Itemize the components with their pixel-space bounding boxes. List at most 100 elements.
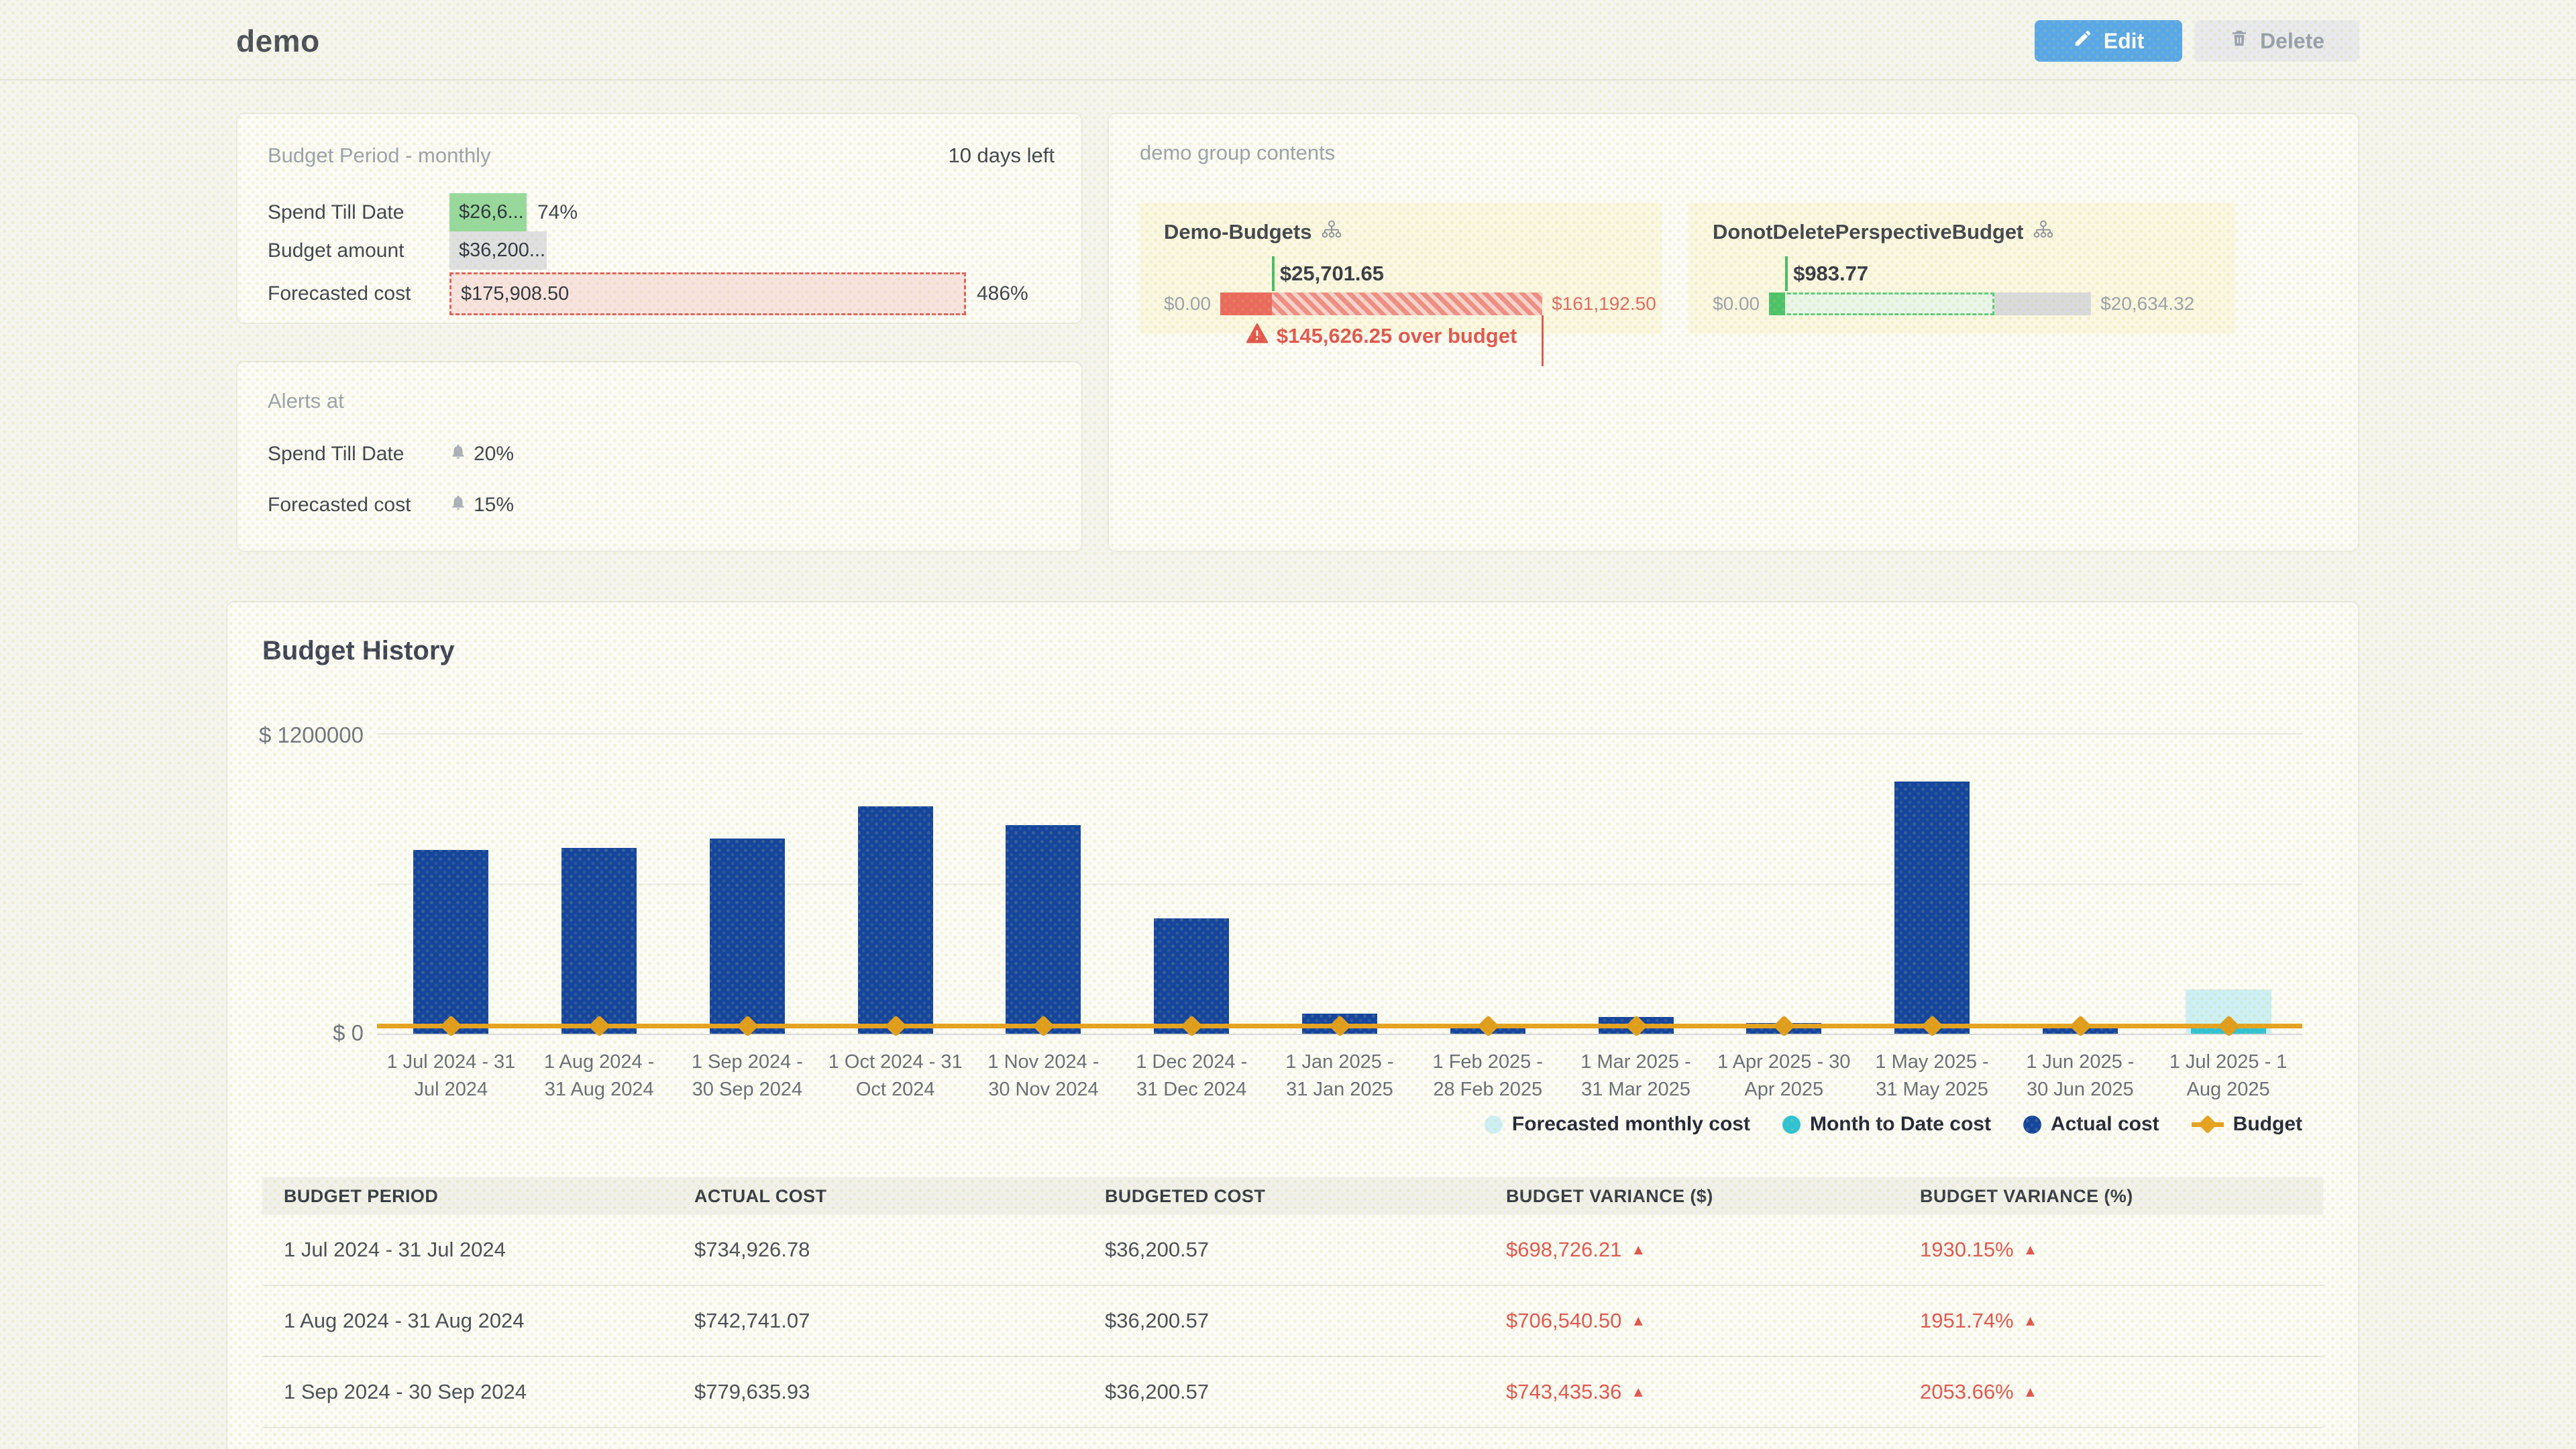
- spend-till-date-row: Spend Till Date $26,6... 74%: [268, 193, 1055, 231]
- group-contents-card: demo group contents Demo-Budgets $0.00 $25…: [1108, 113, 2359, 552]
- x-axis-label: 1 Jul 2025 - 1 Aug 2025: [2154, 1049, 2302, 1104]
- budget-variance-usd-cell: $706,540.50▲: [1485, 1309, 1898, 1333]
- forecast-segment: [1769, 292, 1994, 315]
- legend-item[interactable]: Actual cost: [2023, 1113, 2159, 1136]
- x-axis-label: 1 Dec 2024 - 31 Dec 2024: [1118, 1049, 1266, 1104]
- legend-item[interactable]: Forecasted monthly cost: [1485, 1113, 1750, 1136]
- budget-period-card: Budget Period - monthly 10 days left Spe…: [236, 113, 1083, 324]
- header-actions: Edit Delete: [2035, 20, 2359, 62]
- budget-progress-bar: $983.77: [1769, 292, 2091, 315]
- forecasted-cost-percent: 486%: [977, 282, 1028, 305]
- alert-threshold: 15%: [474, 494, 514, 517]
- bar-max-label: $20,634.32: [2100, 293, 2194, 315]
- up-arrow-icon: ▲: [2023, 1241, 2038, 1258]
- budget-variance-pct-cell: 1930.15%▲: [1898, 1238, 2323, 1262]
- legend-item[interactable]: Budget: [2192, 1113, 2302, 1136]
- main-content: Budget Period - monthly 10 days left Spe…: [0, 80, 2576, 1449]
- forecasted-cost-label: Forecasted cost: [268, 282, 449, 305]
- legend-color-dot: [2023, 1116, 2041, 1134]
- alert-threshold: 20%: [474, 443, 514, 466]
- budget-bar-row: $0.00$25,701.65$145,626.25 over budget$1…: [1164, 292, 1642, 315]
- spend-segment: [1220, 292, 1272, 315]
- over-budget-warning: $145,626.25 over budget: [1220, 323, 1542, 349]
- alerts-card: Alerts at Spend Till Date 20% Forecasted…: [236, 361, 1083, 552]
- spend-till-date-chip: $26,6...: [449, 193, 527, 231]
- edit-button[interactable]: Edit: [2035, 20, 2182, 62]
- gridline-top: [377, 733, 2302, 735]
- alert-row: Spend Till Date 20%: [268, 443, 1055, 466]
- spend-segment: [1769, 292, 1785, 315]
- budget-variance-usd-cell: $743,435.36▲: [1485, 1380, 1898, 1404]
- bar-min-label: $0.00: [1713, 293, 1760, 315]
- bell-icon: [449, 443, 467, 466]
- gridline-mid: [377, 883, 2302, 885]
- legend-label: Forecasted monthly cost: [1512, 1113, 1750, 1136]
- table-header-cell: Budget variance ($): [1485, 1186, 1898, 1207]
- actual-cost-bar: [710, 839, 785, 1034]
- forecasted-cost-row: Forecasted cost $175,908.50 486%: [268, 270, 1055, 318]
- chart-plot-area: $ 1200000 $ 0: [377, 733, 2302, 1035]
- budget-tile[interactable]: DonotDeletePerspectiveBudget $0.00 $983.77…: [1688, 203, 2235, 334]
- hierarchy-icon: [1321, 219, 1342, 244]
- budgeted-cost-cell: $36,200.57: [1083, 1380, 1485, 1404]
- actual-cost-bar: [1894, 782, 1970, 1034]
- hierarchy-icon: [2033, 219, 2054, 244]
- legend-item[interactable]: Month to Date cost: [1782, 1113, 1991, 1136]
- y-axis-tick-bottom: $ 0: [333, 1020, 364, 1046]
- table-body: 1 Jul 2024 - 31 Jul 2024$734,926.78$36,2…: [262, 1215, 2323, 1428]
- days-left-label: 10 days left: [948, 144, 1055, 168]
- budgeted-cost-cell: $36,200.57: [1083, 1309, 1485, 1333]
- warning-triangle-icon: [1246, 323, 1269, 349]
- budget-name: DonotDeletePerspectiveBudget: [1713, 220, 2023, 244]
- alert-label: Spend Till Date: [268, 443, 449, 466]
- budget-period-title: Budget Period - monthly: [268, 144, 491, 168]
- forecasted-cost-chip: $175,908.50: [449, 272, 966, 315]
- x-axis-label: 1 Mar 2025 - 31 Mar 2025: [1562, 1049, 1710, 1104]
- budget-history-chart: $ 1200000 $ 0 1 Jul 2024 - 31 Jul 20241 …: [377, 733, 2302, 1136]
- table-header-cell: Budget variance (%): [1898, 1186, 2323, 1207]
- budget-tile[interactable]: Demo-Budgets $0.00 $25,701.65$145,626.25 o…: [1140, 203, 1662, 334]
- budget-period-cell: 1 Sep 2024 - 30 Sep 2024: [262, 1380, 673, 1404]
- legend-label: Actual cost: [2051, 1113, 2159, 1136]
- delete-button-label: Delete: [2260, 29, 2324, 54]
- table-row[interactable]: 1 Sep 2024 - 30 Sep 2024$779,635.93$36,2…: [262, 1357, 2323, 1428]
- up-arrow-icon: ▲: [2023, 1312, 2038, 1330]
- table-row[interactable]: 1 Jul 2024 - 31 Jul 2024$734,926.78$36,2…: [262, 1215, 2323, 1286]
- table-header-row: Budget periodActual costBudgeted costBud…: [262, 1177, 2323, 1215]
- x-axis-label: 1 Sep 2024 - 30 Sep 2024: [674, 1049, 822, 1104]
- table-header-cell: Budgeted cost: [1083, 1186, 1485, 1207]
- legend-label: Month to Date cost: [1810, 1113, 1991, 1136]
- actual-cost-bar: [1006, 825, 1081, 1034]
- up-arrow-icon: ▲: [2023, 1383, 2038, 1401]
- table-header-cell: Actual cost: [673, 1186, 1083, 1207]
- actual-cost-cell: $742,741.07: [673, 1309, 1083, 1333]
- y-axis-tick-top: $ 1200000: [259, 722, 364, 748]
- up-arrow-icon: ▲: [1631, 1383, 1646, 1401]
- pencil-icon: [2073, 28, 2093, 54]
- x-axis-labels: 1 Jul 2024 - 31 Jul 20241 Aug 2024 - 31 …: [377, 1049, 2302, 1104]
- bar-min-label: $0.00: [1164, 293, 1211, 315]
- bar-max-label: $161,192.50: [1552, 293, 1656, 315]
- spend-marker-value: $983.77: [1785, 262, 1868, 286]
- table-row[interactable]: 1 Aug 2024 - 31 Aug 2024$742,741.07$36,2…: [262, 1286, 2323, 1357]
- budget-progress-bar: $25,701.65$145,626.25 over budget: [1220, 292, 1542, 315]
- actual-cost-cell: $779,635.93: [673, 1380, 1083, 1404]
- budget-name: Demo-Budgets: [1164, 220, 1311, 244]
- page-header: demo Edit Delete: [0, 0, 2576, 79]
- budget-tile-header: Demo-Budgets: [1164, 219, 1642, 244]
- trash-icon: [2229, 28, 2249, 54]
- delete-button[interactable]: Delete: [2194, 20, 2359, 62]
- bell-icon: [449, 494, 467, 517]
- budget-amount-row: Budget amount $36,200....: [268, 231, 1055, 270]
- group-budget-tiles: Demo-Budgets $0.00 $25,701.65$145,626.25 o…: [1140, 203, 2328, 334]
- legend-label: Budget: [2233, 1113, 2302, 1136]
- budget-history-card: Budget History $ 1200000 $ 0 1 Jul 2024 …: [226, 601, 2359, 1449]
- group-contents-title: demo group contents: [1140, 141, 1335, 164]
- actual-cost-bar: [561, 848, 637, 1034]
- legend-color-dot: [1485, 1116, 1503, 1134]
- budget-amount-label: Budget amount: [268, 239, 449, 262]
- budget-period-cell: 1 Jul 2024 - 31 Jul 2024: [262, 1238, 673, 1262]
- chart-legend: Forecasted monthly cost Month to Date cos…: [377, 1113, 2302, 1136]
- up-arrow-icon: ▲: [1631, 1241, 1646, 1258]
- alert-label: Forecasted cost: [268, 494, 449, 517]
